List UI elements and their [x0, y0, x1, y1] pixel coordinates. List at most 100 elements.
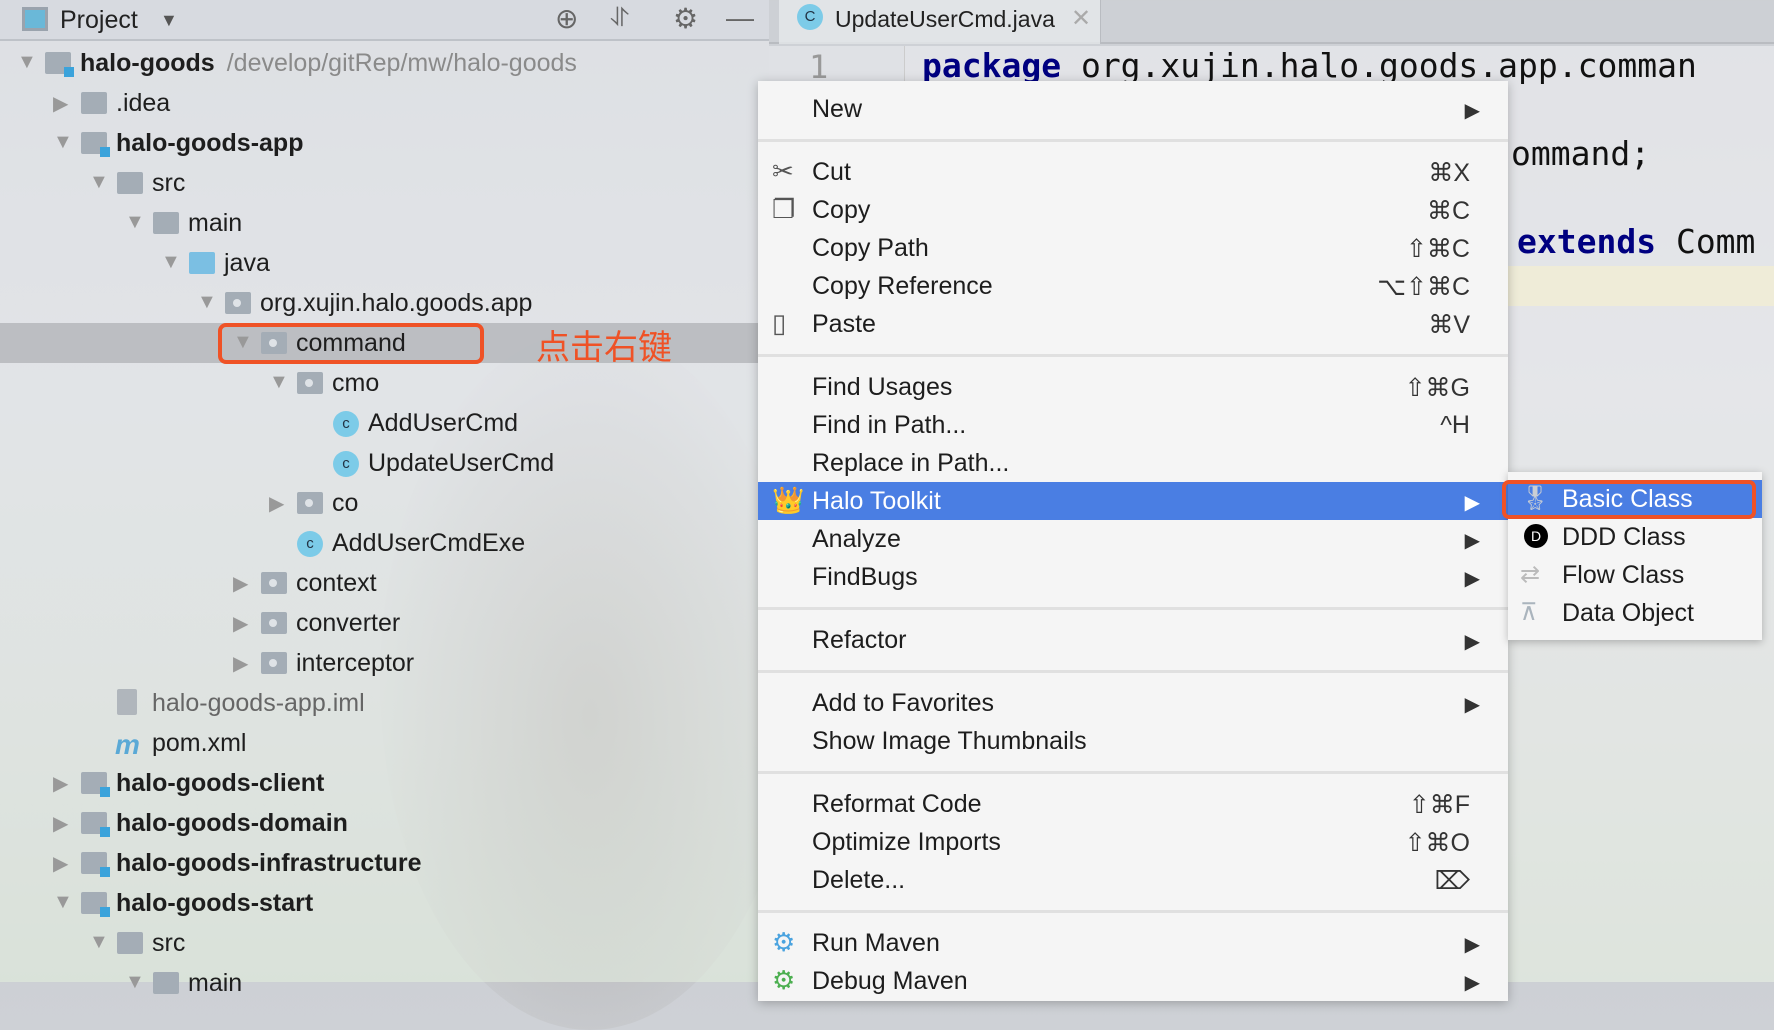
tree-item[interactable]: ▼ org.xujin.halo.goods.app — [0, 283, 769, 323]
shortcut: ⌘X — [1428, 159, 1470, 187]
tree-item[interactable]: ▼ main — [0, 963, 769, 1003]
tree-item[interactable]: halo-goods-app.iml — [0, 683, 769, 723]
tree-item-label: converter — [296, 609, 401, 637]
menu-item-add-to-favorites[interactable]: Add to Favorites ▶ — [758, 684, 1508, 722]
submenu-arrow-icon: ▶ — [1464, 568, 1480, 590]
source-folder-folder-icon — [189, 252, 215, 274]
project-panel: Project ▼ ⊕ ⥯ ⚙ — ▼ halo-goods/develop/gi… — [0, 0, 769, 997]
package-folder-icon — [297, 492, 323, 514]
tree-item[interactable]: ▶ interceptor — [0, 643, 769, 683]
gear-icon[interactable]: ⚙ — [673, 2, 698, 35]
shortcut: ⌥⇧⌘C — [1377, 273, 1470, 301]
tree-item-label: halo-goods-domain — [116, 809, 348, 837]
expand-arrow-right-icon[interactable]: ▶ — [233, 651, 248, 676]
tree-item[interactable]: ▼ src — [0, 923, 769, 963]
tree-item[interactable]: ▶ co — [0, 483, 769, 523]
expand-arrow-down-icon[interactable]: ▼ — [197, 291, 217, 314]
expand-arrow-right-icon[interactable]: ▶ — [233, 611, 248, 636]
tree-item-label: halo-goods/develop/gitRep/mw/halo-goods — [80, 49, 577, 77]
menu-item-copy[interactable]: ❐ Copy ⌘C — [758, 191, 1508, 229]
menu-item-paste[interactable]: ▯ Paste ⌘V — [758, 305, 1508, 343]
annotation-label: 点击右键 — [536, 329, 672, 367]
menu-item-copy-reference[interactable]: Copy Reference ⌥⇧⌘C — [758, 267, 1508, 305]
tree-item-label: src — [152, 169, 186, 197]
tree-item[interactable]: ▼ halo-goods-start — [0, 883, 769, 923]
expand-arrow-down-icon[interactable]: ▼ — [53, 891, 73, 914]
expand-arrow-right-icon[interactable]: ▶ — [53, 771, 68, 796]
menu-separator — [758, 596, 1508, 621]
expand-arrow-down-icon[interactable]: ▼ — [125, 971, 145, 994]
menu-item-delete[interactable]: Delete... ⌦ — [758, 861, 1508, 899]
menu-item-show-image-thumbnails[interactable]: Show Image Thumbnails — [758, 722, 1508, 760]
project-view-selector[interactable]: Project — [60, 6, 138, 35]
menu-item-reformat-code[interactable]: Reformat Code ⇧⌘F — [758, 785, 1508, 823]
menu-item-flow-class[interactable]: ⇄ Flow Class — [1508, 556, 1762, 594]
editor-tab-bar: C UpdateUserCmd.java ✕ — [769, 0, 1774, 44]
class-icon: c — [333, 451, 359, 477]
menu-item-data-object[interactable]: ⊼ Data Object — [1508, 594, 1762, 632]
expand-arrow-down-icon[interactable]: ▼ — [269, 371, 289, 394]
class-icon: c — [297, 531, 323, 557]
tree-item[interactable]: ▼ halo-goods-app — [0, 123, 769, 163]
ddd-icon: D — [1524, 524, 1548, 548]
module-folder-icon — [81, 852, 110, 877]
module-folder-icon — [81, 772, 110, 797]
menu-item-refactor[interactable]: Refactor ▶ — [758, 621, 1508, 659]
tree-item[interactable]: ▶ context — [0, 563, 769, 603]
menu-item-findbugs[interactable]: FindBugs ▶ — [758, 558, 1508, 596]
tree-item-label: halo-goods-client — [116, 769, 325, 797]
tree-item[interactable]: ▶ halo-goods-infrastructure — [0, 843, 769, 883]
chevron-down-icon[interactable]: ▼ — [160, 10, 178, 31]
menu-separator — [758, 899, 1508, 924]
expand-arrow-right-icon[interactable]: ▶ — [269, 491, 284, 516]
tab-updateusercmd[interactable]: C UpdateUserCmd.java ✕ — [779, 0, 1101, 44]
tree-item[interactable]: c UpdateUserCmd — [0, 443, 769, 483]
submenu-arrow-icon: ▶ — [1464, 530, 1480, 552]
tree-item-label: halo-goods-app — [116, 129, 304, 157]
project-panel-header: Project ▼ ⊕ ⥯ ⚙ — — [0, 0, 769, 41]
tree-item[interactable]: c AddUserCmd — [0, 403, 769, 443]
menu-item-find-usages[interactable]: Find Usages ⇧⌘G — [758, 368, 1508, 406]
tree-item[interactable]: ▼ src — [0, 163, 769, 203]
menu-item-run-maven[interactable]: ⚙ Run Maven ▶ — [758, 924, 1508, 962]
tree-item-label: AddUserCmd — [368, 409, 519, 437]
menu-item-ddd-class[interactable]: D DDD Class — [1508, 518, 1762, 556]
expand-arrow-down-icon[interactable]: ▼ — [89, 931, 109, 954]
collapse-icon[interactable]: ⥯ — [610, 2, 629, 34]
tree-item[interactable]: ▼ halo-goods/develop/gitRep/mw/halo-goods — [0, 43, 769, 83]
menu-item-optimize-imports[interactable]: Optimize Imports ⇧⌘O — [758, 823, 1508, 861]
expand-arrow-down-icon[interactable]: ▼ — [125, 211, 145, 234]
close-icon[interactable]: ✕ — [1071, 4, 1091, 33]
tree-item[interactable]: ▶ halo-goods-domain — [0, 803, 769, 843]
tree-item[interactable]: ▶ .idea — [0, 83, 769, 123]
code-line: extends Comm — [1517, 222, 1756, 261]
expand-arrow-right-icon[interactable]: ▶ — [233, 571, 248, 596]
menu-item-analyze[interactable]: Analyze ▶ — [758, 520, 1508, 558]
expand-arrow-right-icon[interactable]: ▶ — [53, 91, 68, 116]
folder-folder-icon — [117, 932, 143, 954]
tree-item[interactable]: c AddUserCmdExe — [0, 523, 769, 563]
tree-item[interactable]: ▶ converter — [0, 603, 769, 643]
tree-item[interactable]: ▼ java — [0, 243, 769, 283]
menu-item-replace-in-path[interactable]: Replace in Path... — [758, 444, 1508, 482]
tree-item[interactable]: ▶ halo-goods-client — [0, 763, 769, 803]
menu-item-debug-maven[interactable]: ⚙ Debug Maven ▶ — [758, 962, 1508, 1000]
locate-icon[interactable]: ⊕ — [555, 2, 578, 35]
expand-arrow-down-icon[interactable]: ▼ — [89, 171, 109, 194]
expand-arrow-right-icon[interactable]: ▶ — [53, 851, 68, 876]
expand-arrow-down-icon[interactable]: ▼ — [53, 131, 73, 154]
submenu-arrow-icon: ▶ — [1464, 631, 1480, 653]
menu-item-find-in-path[interactable]: Find in Path... ^H — [758, 406, 1508, 444]
tree-item[interactable]: m pom.xml — [0, 723, 769, 763]
menu-item-new[interactable]: New ▶ — [758, 90, 1508, 128]
tree-item-label: main — [188, 969, 243, 997]
menu-item-halo-toolkit[interactable]: 👑 Halo Toolkit ▶ — [758, 482, 1508, 520]
tree-item[interactable]: ▼ main — [0, 203, 769, 243]
minimize-icon[interactable]: — — [726, 2, 754, 34]
menu-item-cut[interactable]: ✂ Cut ⌘X — [758, 153, 1508, 191]
expand-arrow-down-icon[interactable]: ▼ — [161, 251, 181, 274]
expand-arrow-down-icon[interactable]: ▼ — [17, 51, 37, 74]
tree-item[interactable]: ▼ cmo — [0, 363, 769, 403]
expand-arrow-right-icon[interactable]: ▶ — [53, 811, 68, 836]
menu-item-copy-path[interactable]: Copy Path ⇧⌘C — [758, 229, 1508, 267]
